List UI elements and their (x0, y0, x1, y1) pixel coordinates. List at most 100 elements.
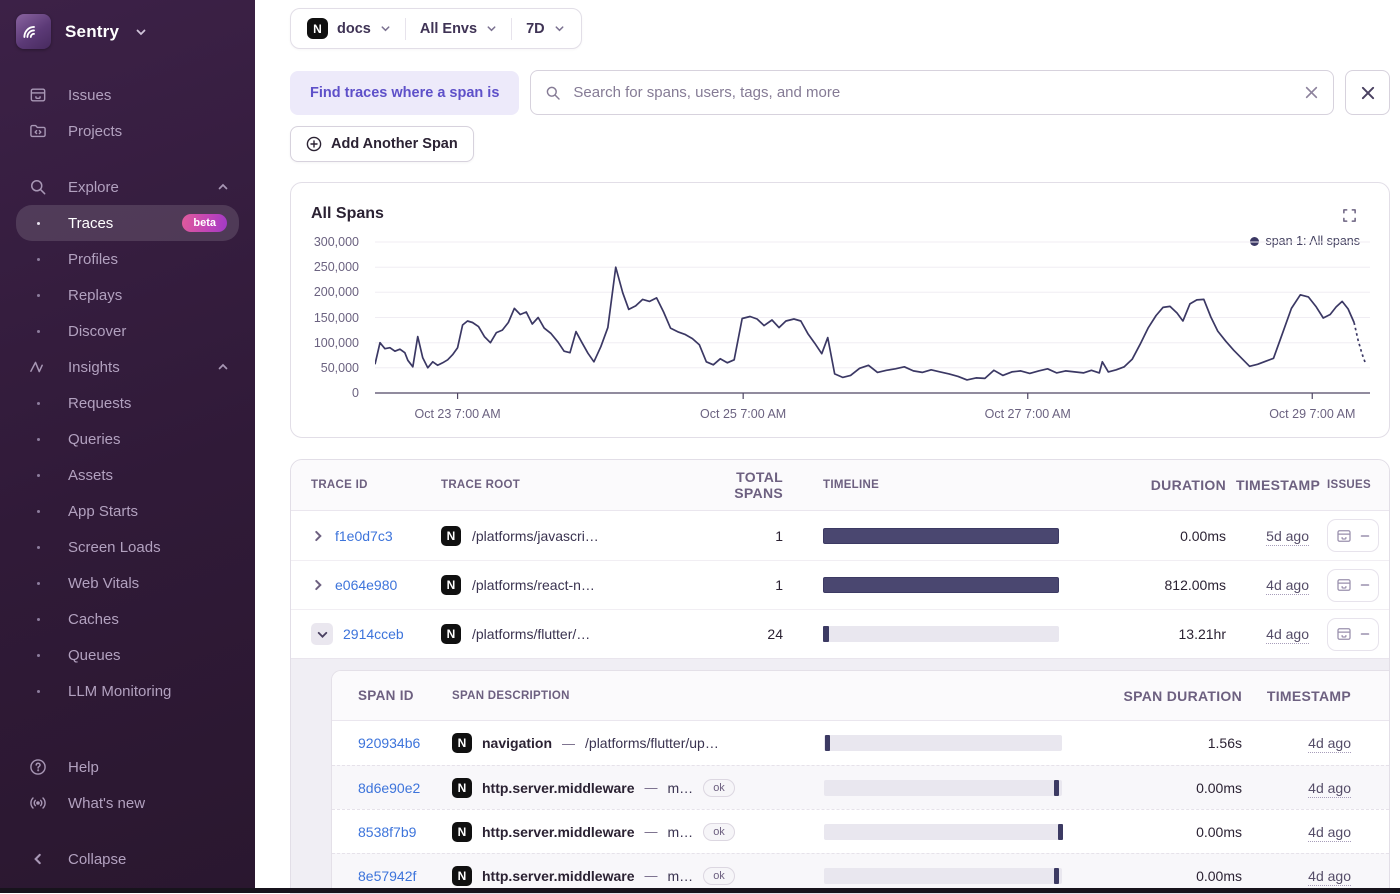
trace-timestamp[interactable]: 5d ago (1266, 527, 1309, 546)
issues-button[interactable] (1327, 617, 1379, 651)
sidebar-item-queries[interactable]: Queries (16, 421, 239, 457)
project-filter[interactable]: N docs (307, 18, 391, 39)
org-switcher[interactable]: Sentry (16, 14, 239, 49)
trace-timestamp[interactable]: 4d ago (1266, 626, 1309, 644)
span-description: m… (667, 867, 694, 884)
page-filter-bar: N docs All Envs 7D (290, 8, 582, 49)
sidebar: Sentry Issues Projects Explore Traces beta Pr… (0, 0, 255, 893)
separator-dash: — (644, 868, 658, 883)
sidebar-item-label: App Starts (68, 502, 139, 520)
sidebar-item-label: Caches (68, 610, 119, 628)
find-traces-chip: Find traces where a span is (290, 70, 520, 115)
span-timestamp[interactable]: 4d ago (1308, 823, 1351, 842)
y-axis-tick-label: 200,000 (313, 285, 359, 300)
sidebar-item-llm-monitoring[interactable]: LLM Monitoring (16, 673, 239, 709)
expand-row-button[interactable] (311, 578, 325, 592)
remove-span-condition-button[interactable] (1345, 70, 1390, 115)
bullet-icon (26, 510, 50, 513)
add-another-span-button[interactable]: Add Another Span (290, 126, 474, 162)
span-description: m… (667, 779, 694, 796)
sidebar-item-replays[interactable]: Replays (16, 277, 239, 313)
sidebar-item-help[interactable]: Help (16, 749, 239, 785)
span-row[interactable]: 920934b6 Nnavigation — /platforms/flutter/u… (332, 721, 1389, 765)
sidebar-item-web-vitals[interactable]: Web Vitals (16, 565, 239, 601)
sidebar-item-issues[interactable]: Issues (16, 77, 239, 113)
span-query-row: Find traces where a span is (290, 70, 1390, 115)
expand-row-button[interactable] (311, 529, 325, 543)
sidebar-item-app-starts[interactable]: App Starts (16, 493, 239, 529)
span-description: m… (667, 823, 694, 840)
sidebar-item-requests[interactable]: Requests (16, 385, 239, 421)
expand-chart-icon[interactable] (1342, 208, 1357, 223)
span-timestamp[interactable]: 4d ago (1308, 867, 1351, 886)
sidebar-item-label: Traces (68, 214, 114, 232)
trace-row[interactable]: e064e980 N/platforms/react-n… 1 812.00ms 4d … (291, 560, 1389, 609)
divider (511, 17, 513, 40)
sidebar-item-collapse[interactable]: Collapse (16, 841, 239, 877)
sidebar-item-screen-loads[interactable]: Screen Loads (16, 529, 239, 565)
sidebar-item-profiles[interactable]: Profiles (16, 241, 239, 277)
all-spans-chart-panel: All Spans span 1: All spans 300,000 250,0… (290, 182, 1390, 438)
bullet-icon (26, 582, 50, 585)
trace-row[interactable]: f1e0d7c3 N/platforms/javascri… 1 0.00ms 5d a… (291, 511, 1389, 560)
sidebar-item-queues[interactable]: Queues (16, 637, 239, 673)
bullet-icon (26, 618, 50, 621)
span-status-badge: ok (703, 778, 735, 797)
chevron-down-icon (135, 26, 147, 38)
trace-id-link[interactable]: e064e980 (335, 577, 397, 593)
issues-button[interactable] (1327, 568, 1379, 602)
sidebar-item-label: Screen Loads (68, 538, 161, 556)
trace-root: /platforms/javascri… (472, 527, 599, 544)
trace-timestamp[interactable]: 4d ago (1266, 577, 1309, 595)
environment-filter[interactable]: All Envs (420, 21, 497, 37)
span-id-link[interactable]: 8e57942f (358, 868, 416, 884)
expanded-trace-region: SPAN ID SPAN DESCRIPTION SPAN DURATION TIME… (291, 658, 1389, 893)
span-column-header-span-description: SPAN DESCRIPTION (452, 689, 570, 702)
trace-id-link[interactable]: 2914cceb (343, 626, 404, 642)
total-spans: 1 (775, 527, 783, 544)
separator-dash: — (562, 735, 576, 751)
span-row[interactable]: 8538f7b9 Nhttp.server.middleware — m… ok 0.00… (332, 809, 1389, 853)
span-timeline-track (824, 867, 1062, 884)
sidebar-item-insights[interactable]: Insights (16, 349, 239, 385)
beta-badge: beta (182, 214, 227, 232)
span-timestamp[interactable]: 4d ago (1308, 779, 1351, 798)
x-axis-tick-label: Oct 29 7:00 AM (1269, 407, 1356, 421)
sidebar-item-explore[interactable]: Explore (16, 169, 239, 205)
sidebar-item-assets[interactable]: Assets (16, 457, 239, 493)
trace-root: /platforms/flutter/… (472, 626, 591, 642)
chevron-down-icon (487, 26, 496, 32)
nextjs-logo-icon: N (452, 777, 472, 798)
bullet-icon (26, 258, 50, 261)
chart-x-axis-labels: Oct 23 7:00 AM Oct 25 7:00 AM Oct 27 7:00 … (375, 407, 1370, 427)
chart-title: All Spans (311, 205, 384, 222)
chart-y-axis-labels: 300,000 250,000 200,000 150,000 100,000 50,00… (305, 234, 367, 402)
issues-button[interactable] (1327, 519, 1379, 552)
bullet-icon (26, 294, 50, 297)
add-another-span-label: Add Another Span (331, 136, 458, 152)
sidebar-item-traces[interactable]: Traces beta (16, 205, 239, 241)
clear-search-icon[interactable] (1304, 85, 1319, 100)
collapse-row-button[interactable] (311, 623, 333, 645)
date-range-filter[interactable]: 7D (526, 21, 565, 37)
nextjs-logo-icon: N (452, 865, 472, 886)
org-name: Sentry (65, 21, 120, 41)
span-id-link[interactable]: 920934b6 (358, 735, 420, 751)
span-timeline-tick (1058, 823, 1064, 840)
trace-duration: 13.21hr (1178, 626, 1226, 642)
timeline-tick (823, 626, 829, 642)
span-timestamp[interactable]: 4d ago (1308, 735, 1351, 753)
bullet-icon (26, 690, 50, 693)
traces-table-body: f1e0d7c3 N/platforms/javascri… 1 0.00ms 5d a… (291, 511, 1389, 893)
x-axis-tick-label: Oct 27 7:00 AM (984, 407, 1071, 421)
trace-id-link[interactable]: f1e0d7c3 (335, 528, 393, 544)
span-row[interactable]: 8d6e90e2 Nhttp.server.middleware — m… ok 0.00… (332, 765, 1389, 809)
trace-row[interactable]: 2914cceb N/platforms/flutter/… 24 13.21hr 4d… (291, 609, 1389, 658)
sidebar-item-projects[interactable]: Projects (16, 113, 239, 149)
sidebar-item-what-s-new[interactable]: What's new (16, 785, 239, 821)
sidebar-item-caches[interactable]: Caches (16, 601, 239, 637)
span-search-input[interactable] (571, 83, 1294, 102)
sidebar-item-discover[interactable]: Discover (16, 313, 239, 349)
span-id-link[interactable]: 8d6e90e2 (358, 780, 420, 796)
span-id-link[interactable]: 8538f7b9 (358, 824, 416, 840)
